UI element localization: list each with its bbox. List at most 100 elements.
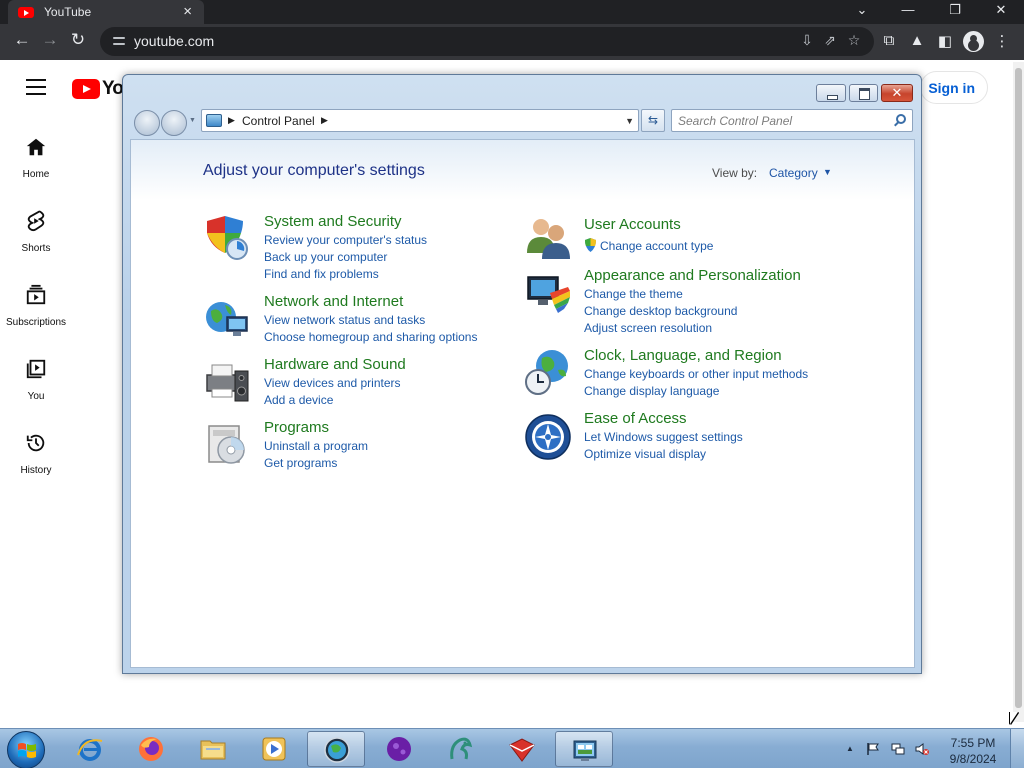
category-title-hardware-sound[interactable]: Hardware and Sound: [264, 356, 406, 373]
link-find-fix[interactable]: Find and fix problems: [264, 267, 379, 281]
search-icon[interactable]: [896, 114, 906, 124]
cp-refresh-button[interactable]: ⇆: [641, 109, 665, 132]
taskbar-firefox[interactable]: [122, 731, 180, 767]
ease-of-access-icon[interactable]: [524, 413, 572, 461]
breadcrumb-arrow-icon[interactable]: ▶: [321, 115, 328, 126]
cp-address-bar[interactable]: ▶ Control Panel ▶ ▼: [201, 109, 639, 132]
sidebar-item-home[interactable]: Home: [0, 136, 72, 180]
network-globe-icon[interactable]: [203, 295, 251, 343]
forward-arrow-icon[interactable]: →: [38, 30, 62, 50]
window-restore-button[interactable]: ❐: [941, 2, 969, 18]
install-app-icon[interactable]: ⇩: [797, 32, 817, 49]
sidebar-label: Subscriptions: [5, 317, 67, 328]
sidebar-item-history[interactable]: History: [0, 432, 72, 476]
taskbar-control-panel[interactable]: [555, 731, 613, 767]
cp-forward-button[interactable]: [161, 110, 187, 136]
show-hidden-icons-icon[interactable]: ▲: [846, 744, 854, 753]
reload-icon[interactable]: ↻: [66, 30, 90, 50]
youtube-logo-text[interactable]: Yo: [102, 78, 124, 100]
address-url[interactable]: youtube.com: [134, 33, 214, 49]
link-network-status[interactable]: View network status and tasks: [264, 313, 425, 327]
page-scrollbar[interactable]: [1013, 62, 1024, 722]
taskbar-app-dragon[interactable]: [431, 731, 489, 767]
link-display-language[interactable]: Change display language: [584, 384, 719, 398]
profile-avatar-icon[interactable]: [963, 31, 984, 52]
category-title-ease-of-access[interactable]: Ease of Access: [584, 410, 687, 427]
recent-pages-dropdown-icon[interactable]: ▼: [189, 117, 196, 124]
chevron-down-icon[interactable]: ▼: [823, 167, 832, 177]
category-title-system-security[interactable]: System and Security: [264, 213, 402, 230]
site-info-icon[interactable]: [112, 34, 126, 48]
cp-maximize-button[interactable]: [849, 84, 878, 102]
window-close-button[interactable]: ✕: [987, 2, 1015, 18]
share-icon[interactable]: ⇗: [820, 32, 840, 49]
address-dropdown-icon[interactable]: ▼: [625, 116, 634, 126]
shield-icon[interactable]: [203, 213, 251, 261]
cp-search-box[interactable]: [671, 109, 913, 132]
extensions-puzzle-icon[interactable]: ⧉: [878, 32, 900, 49]
printer-speaker-icon[interactable]: [203, 357, 251, 405]
browser-tab-youtube[interactable]: YouTube ×: [8, 0, 204, 24]
category-title-user-accounts[interactable]: User Accounts: [584, 216, 681, 233]
taskbar-app-globe[interactable]: [307, 731, 365, 767]
chrome-labs-flask-icon[interactable]: ▲: [906, 32, 928, 49]
sidebar-item-subscriptions[interactable]: Subscriptions: [0, 284, 72, 328]
users-icon[interactable]: [524, 213, 572, 261]
action-center-flag-icon[interactable]: [866, 742, 880, 756]
breadcrumb-arrow-icon[interactable]: ▶: [228, 115, 235, 126]
link-change-theme[interactable]: Change the theme: [584, 287, 683, 301]
taskbar-app-red[interactable]: [493, 731, 551, 767]
chrome-menu-icon[interactable]: ⋮: [991, 32, 1013, 50]
side-panel-icon[interactable]: ◧: [934, 32, 956, 50]
youtube-logo-icon[interactable]: [72, 79, 100, 99]
start-button[interactable]: [7, 731, 45, 768]
tab-search-icon[interactable]: ⌄: [848, 2, 876, 18]
cp-search-input[interactable]: [678, 113, 888, 128]
monitor-palette-icon[interactable]: [524, 269, 572, 317]
taskbar-media-player[interactable]: [245, 731, 303, 767]
cp-close-button[interactable]: ✕: [881, 84, 913, 102]
cp-back-button[interactable]: [134, 110, 160, 136]
page-scrollbar-thumb[interactable]: [1015, 68, 1022, 708]
link-change-account-type[interactable]: Change account type: [600, 239, 713, 253]
window-minimize-button[interactable]: —: [894, 2, 922, 17]
link-add-device[interactable]: Add a device: [264, 393, 333, 407]
clock-time[interactable]: 7:55 PM: [936, 736, 1010, 750]
link-back-up[interactable]: Back up your computer: [264, 250, 387, 264]
link-optimize-visual[interactable]: Optimize visual display: [584, 447, 706, 461]
link-review-status[interactable]: Review your computer's status: [264, 233, 427, 247]
category-title-appearance[interactable]: Appearance and Personalization: [584, 267, 801, 284]
link-screen-resolution[interactable]: Adjust screen resolution: [584, 321, 712, 335]
link-windows-suggest[interactable]: Let Windows suggest settings: [584, 430, 743, 444]
tab-close-icon[interactable]: ×: [183, 3, 192, 20]
volume-muted-icon[interactable]: [915, 742, 929, 756]
category-title-clock-language-region[interactable]: Clock, Language, and Region: [584, 347, 782, 364]
link-devices-printers[interactable]: View devices and printers: [264, 376, 401, 390]
back-arrow-icon[interactable]: ←: [10, 30, 34, 50]
link-uninstall[interactable]: Uninstall a program: [264, 439, 368, 453]
sidebar-item-shorts[interactable]: Shorts: [0, 210, 72, 254]
breadcrumb-control-panel[interactable]: Control Panel: [242, 114, 315, 128]
link-homegroup[interactable]: Choose homegroup and sharing options: [264, 330, 477, 344]
network-icon[interactable]: [891, 742, 905, 756]
taskbar-internet-explorer[interactable]: [61, 731, 119, 767]
taskbar-file-explorer[interactable]: [184, 731, 242, 767]
sign-in-button[interactable]: Sign in: [920, 71, 988, 104]
category-title-programs[interactable]: Programs: [264, 419, 329, 436]
taskbar-app-purple[interactable]: [370, 731, 428, 767]
sidebar-label: History: [20, 465, 52, 476]
show-desktop-button[interactable]: [1010, 729, 1024, 768]
clock-globe-icon[interactable]: [524, 348, 572, 396]
cp-minimize-button[interactable]: [816, 84, 846, 102]
link-change-keyboards[interactable]: Change keyboards or other input methods: [584, 367, 808, 381]
sidebar-item-you[interactable]: You: [0, 358, 72, 402]
clock-date[interactable]: 9/8/2024: [936, 752, 1010, 766]
hamburger-menu-icon[interactable]: [26, 79, 46, 95]
programs-disc-icon[interactable]: [203, 420, 251, 468]
bookmark-star-icon[interactable]: ☆: [844, 32, 864, 49]
link-desktop-background[interactable]: Change desktop background: [584, 304, 737, 318]
link-get-programs[interactable]: Get programs: [264, 456, 337, 470]
view-by-dropdown[interactable]: Category: [769, 166, 818, 180]
category-title-network-internet[interactable]: Network and Internet: [264, 293, 403, 310]
address-bar[interactable]: youtube.com ⇩ ⇗ ☆: [100, 27, 874, 56]
